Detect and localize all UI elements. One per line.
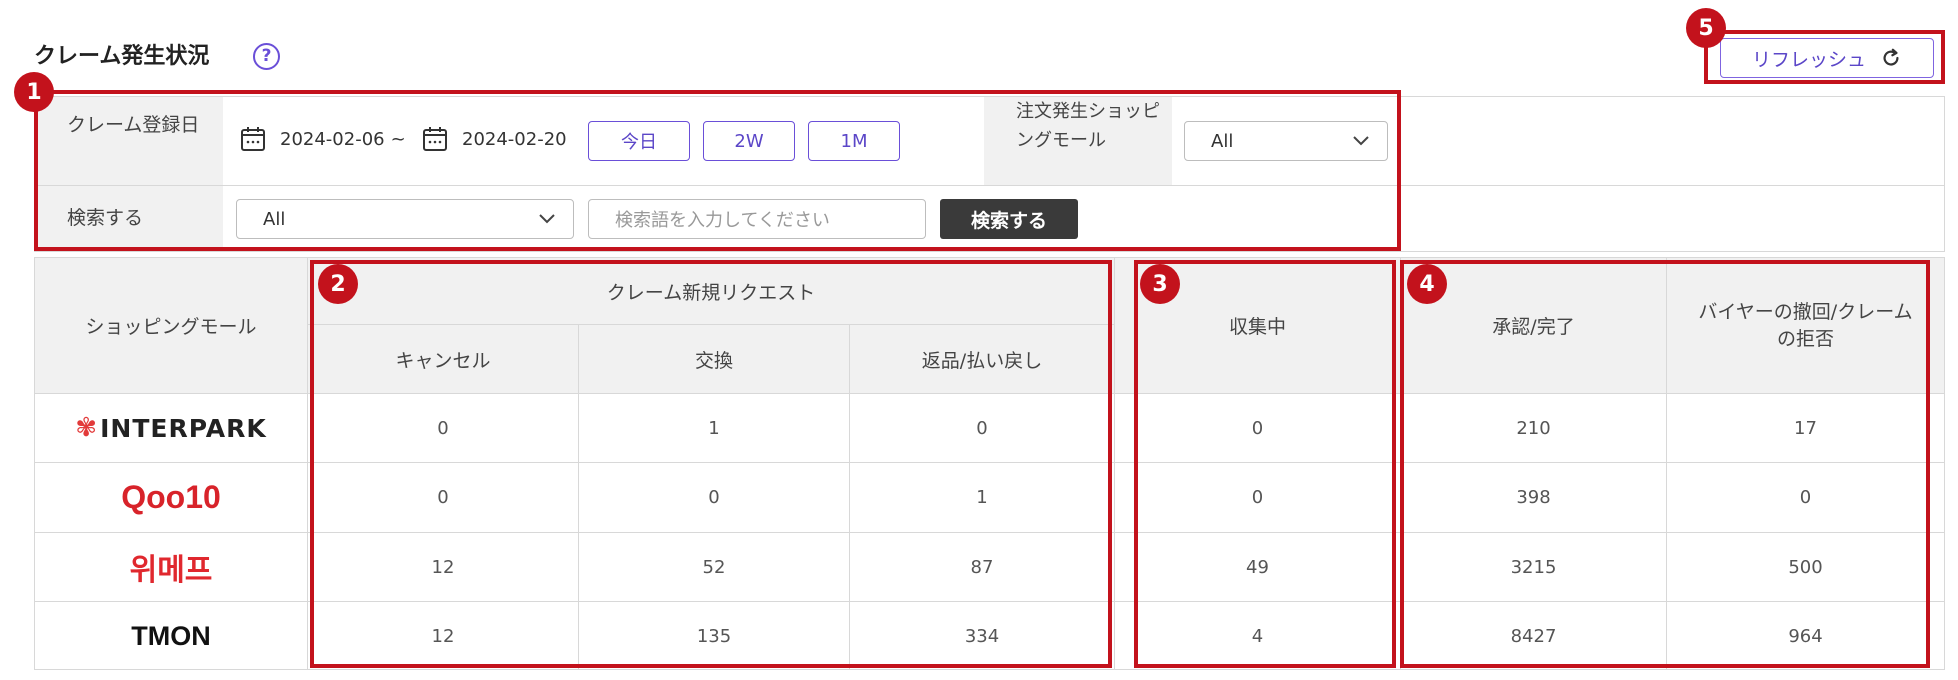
annotation-badge-1: 1 bbox=[14, 72, 54, 112]
interpark-flower-icon: ✾ bbox=[75, 413, 99, 443]
interpark-logo: ✾ INTERPARK bbox=[35, 394, 307, 462]
annotation-box-3 bbox=[1134, 260, 1396, 668]
annotation-badge-3: 3 bbox=[1140, 264, 1180, 304]
annotation-box-2 bbox=[310, 260, 1112, 668]
mall-header: ショッピングモール bbox=[35, 258, 307, 393]
qoo10-logo: Qoo10 bbox=[121, 479, 221, 515]
annotation-box-1 bbox=[34, 90, 1401, 251]
tmon-logo: TMON bbox=[131, 620, 211, 651]
interpark-name: INTERPARK bbox=[100, 413, 267, 443]
page-title: クレーム発生状況 bbox=[34, 44, 210, 69]
annotation-box-5 bbox=[1704, 30, 1945, 84]
annotation-badge-5: 5 bbox=[1686, 8, 1726, 48]
annotation-box-4 bbox=[1400, 260, 1930, 668]
wemakeprice-logo: 위메프 bbox=[129, 553, 213, 588]
annotation-badge-4: 4 bbox=[1407, 264, 1447, 304]
help-icon[interactable]: ? bbox=[253, 43, 280, 70]
annotation-badge-2: 2 bbox=[318, 264, 358, 304]
